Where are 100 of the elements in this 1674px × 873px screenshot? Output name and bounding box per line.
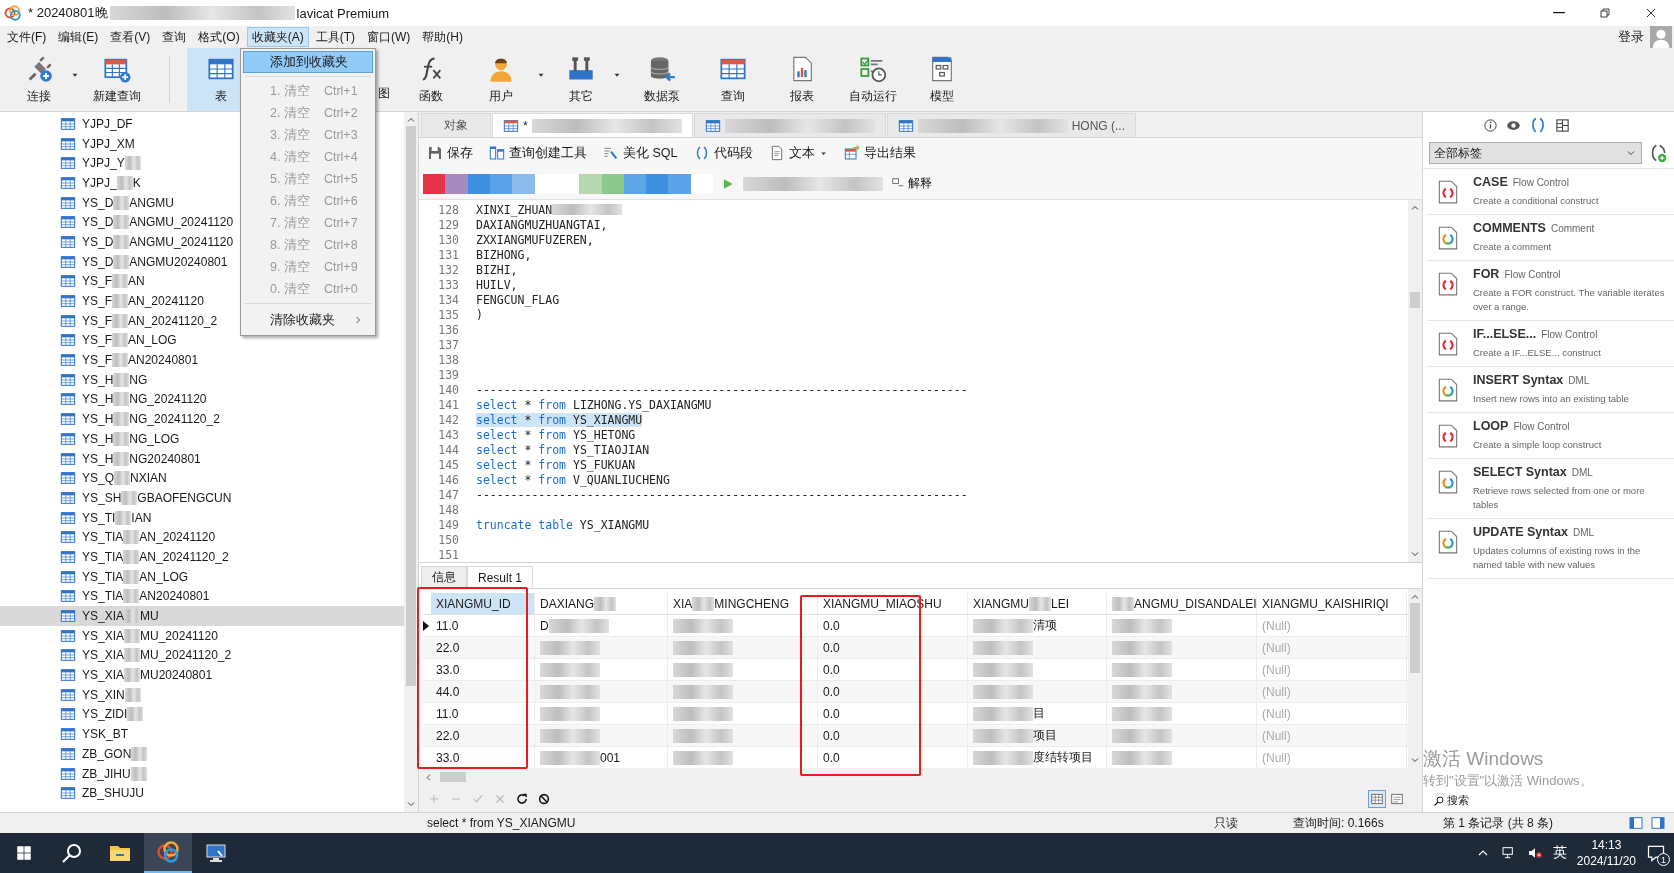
table-name: YS_TI [82,510,116,525]
menu-item-label: 3. 清空 [270,126,310,144]
table-name: ANGMU20240801 [129,254,228,269]
code-line: select * from YS_HETONG [476,427,636,442]
snippet-description: Create a IF...ELSE... construct [1473,346,1601,360]
code-line: ----------------------------------------------------------------------- [476,487,968,502]
line-number: 128 [437,202,459,217]
shortcut-text: Ctrl+5 [323,172,358,186]
code-line: HUILV, [476,277,518,292]
table-name: YS_TIA [82,549,124,564]
table-name: ANGMU_20241120 [129,234,234,249]
shortcut-text: Ctrl+8 [323,238,358,252]
activation-hint: 转到"设置"以激活 Windows。 [1423,772,1593,790]
table-name: ZB_SHUJU [82,786,144,801]
table-name: YS_XIA [82,648,125,663]
line-number: 150 [437,532,459,547]
line-number: 134 [437,292,459,307]
notification-count: 1 [1657,853,1670,866]
table-name: AN_20241120_2 [128,313,218,328]
menu-item-label: 9. 清空 [270,258,310,276]
line-number: 137 [437,337,459,352]
line-number: 130 [437,232,459,247]
table-name: AN_20241120_2 [139,549,229,564]
snippet-title: LOOP [1473,419,1509,433]
cell-text: 项目 [1033,727,1057,744]
shortcut-text: Ctrl+9 [323,260,358,274]
table-name: ZB_JIHU [82,766,131,781]
snippet-title: CASE [1473,175,1508,189]
line-number: 138 [437,352,459,367]
table-cell: (Null) [1257,637,1407,658]
menu-item-label: 5. 清空 [270,170,310,188]
table-name: MU20240801 [140,668,213,683]
table-name: YS_D [82,234,114,249]
line-number: 146 [437,472,459,487]
cell-text: 001 [600,750,621,765]
table-name: YS_D [82,215,114,230]
table-name: YS_D [82,254,114,269]
code-line: BIZHONG, [476,247,532,262]
table-cell: 11.0 [431,615,535,636]
table-name: NG_20241120_2 [129,412,220,427]
table-name: IAN [131,510,152,525]
table-name: YS_F [82,353,112,368]
line-number: 141 [437,397,459,412]
menu-item-label: 7. 清空 [270,214,310,232]
table-name: AN20240801 [139,589,210,604]
table-name: YS_TIA [82,530,124,545]
table-name: YS_H [82,372,114,387]
table-name: ZB_GON [82,746,132,761]
header-text: XIANGMU_KAISHIRIQI [1262,596,1389,611]
table-name: MU [140,609,159,624]
table-name: NXIAN [130,471,167,486]
table-name: YS_XIA [82,609,125,624]
cell-text: 目 [1033,705,1045,722]
table-cell: 11.0 [431,703,535,724]
code-line: select * from YS_TIAOJIAN [476,442,650,457]
snippet-title: UPDATE Syntax [1473,525,1568,539]
table-name: YS_TIA [82,569,124,584]
status-time: 查询时间: 0.166s [1293,814,1385,832]
table-cell: 0.0 [818,725,968,746]
table-name: YS_XIA [82,668,125,683]
table-name: AN_LOG [128,333,177,348]
snippet-category: DML [1571,467,1593,478]
header-text: XIANGMU_ID [436,596,511,611]
snippet-description: Insert new rows into an existing table [1473,392,1629,406]
line-number: 149 [437,517,459,532]
tab-title: 对象 [444,117,468,134]
table-name: YSK_BT [82,727,129,742]
table-name: YJPJ_XM [82,136,135,151]
snippet-category: Comment [1550,223,1595,234]
table-cell: (Null) [1257,725,1407,746]
menu-item-label: 1. 清空 [270,82,310,100]
table-name: YS_D [82,195,114,210]
snippet-title: INSERT Syntax [1473,373,1564,387]
shortcut-text: Ctrl+1 [323,84,358,98]
cell-text: D [540,618,549,633]
shortcut-text: Ctrl+2 [323,106,358,120]
snippet-description: Updates columns of existing rows in the named table with new values [1473,544,1642,572]
snippet-description: Retrieve rows selected from one or more tables [1473,484,1646,512]
table-name: YS_H [82,392,114,407]
line-number: 129 [437,217,459,232]
cell-text: 度结转项目 [1033,749,1093,766]
status-mode: 只读 [1214,814,1239,832]
code-line: ) [476,307,483,322]
table-name: GBAOFENGCUN [137,490,232,505]
line-number: 147 [437,487,459,502]
shortcut-text: Ctrl+7 [323,216,358,230]
table-name: MU_20241120 [140,628,218,643]
snippet-description: Create a FOR construct. The variable iterates over a range. [1473,286,1666,314]
table-name: YS_F [82,313,112,328]
status-records: 第 1 条记录 (共 8 条) [1443,814,1554,832]
line-number: 139 [437,367,459,382]
table-name: YJPJ_DF [82,116,133,131]
code-line: BIZHI, [476,262,518,277]
table-cell: (Null) [1257,615,1407,636]
menu-item-label: 清除收藏夹 [270,311,335,329]
table-name: AN20240801 [128,353,199,368]
header-text: DAXIANG [540,596,594,611]
snippet-category: Flow Control [1504,269,1561,280]
code-line: DAXIANGMUZHUANGTAI, [476,217,608,232]
code-line: ----------------------------------------------------------------------- [476,382,968,397]
